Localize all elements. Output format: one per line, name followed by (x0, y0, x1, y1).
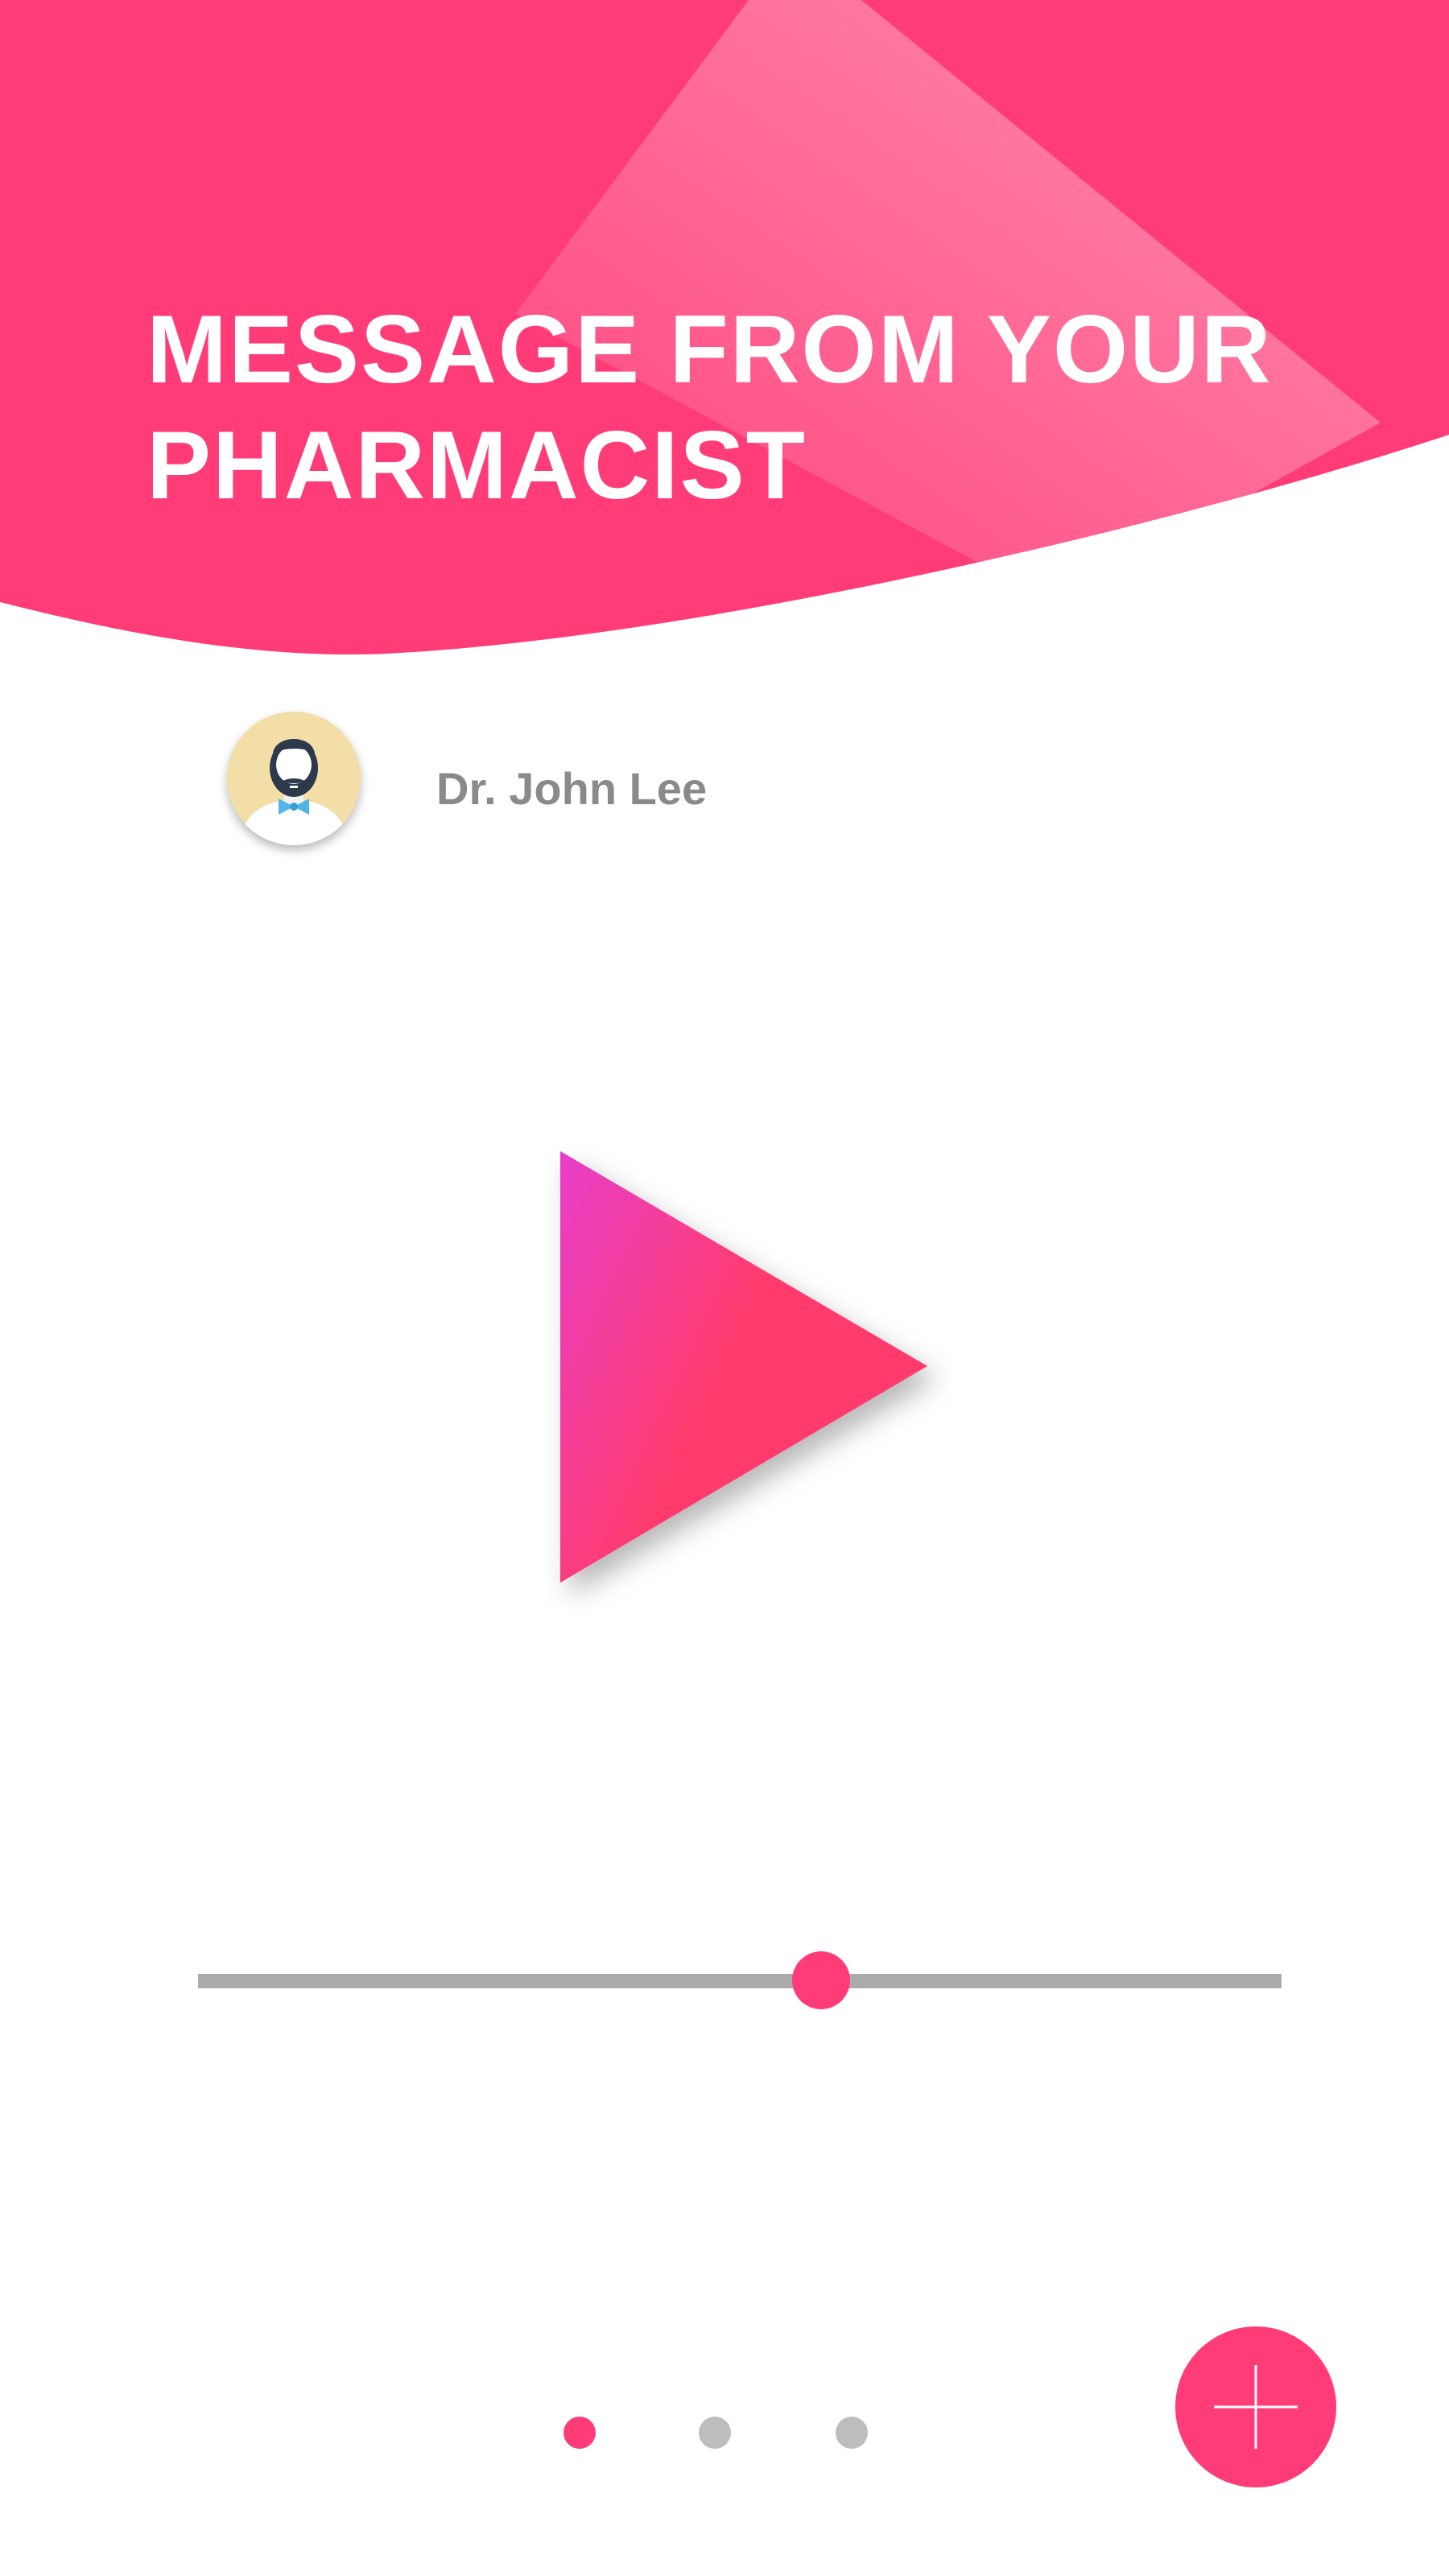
progress-thumb[interactable] (791, 1951, 850, 2009)
page-dot-2[interactable] (699, 2417, 731, 2449)
page-dot-1[interactable] (564, 2417, 596, 2449)
page-indicator (564, 2415, 869, 2450)
pharmacist-message-screen: MESSAGE FROM YOUR PHARMACIST Dr. John Le… (0, 0, 1449, 2576)
page-title-line-2: PHARMACIST (147, 411, 807, 519)
pharmacist-avatar (227, 712, 361, 845)
progress-slider[interactable] (198, 1948, 1282, 2013)
plus-icon (1214, 2365, 1298, 2449)
page-dot-3[interactable] (836, 2417, 868, 2449)
page-title-line-1: MESSAGE FROM YOUR (147, 295, 1273, 403)
doctor-avatar-icon (227, 712, 361, 845)
progress-track (198, 1974, 1282, 1988)
pharmacist-name: Dr. John Lee (436, 763, 708, 814)
page-title: MESSAGE FROM YOUR PHARMACIST (147, 291, 1354, 523)
play-icon (560, 1151, 927, 1583)
play-button[interactable] (531, 1127, 950, 1610)
add-button[interactable] (1175, 2326, 1336, 2487)
